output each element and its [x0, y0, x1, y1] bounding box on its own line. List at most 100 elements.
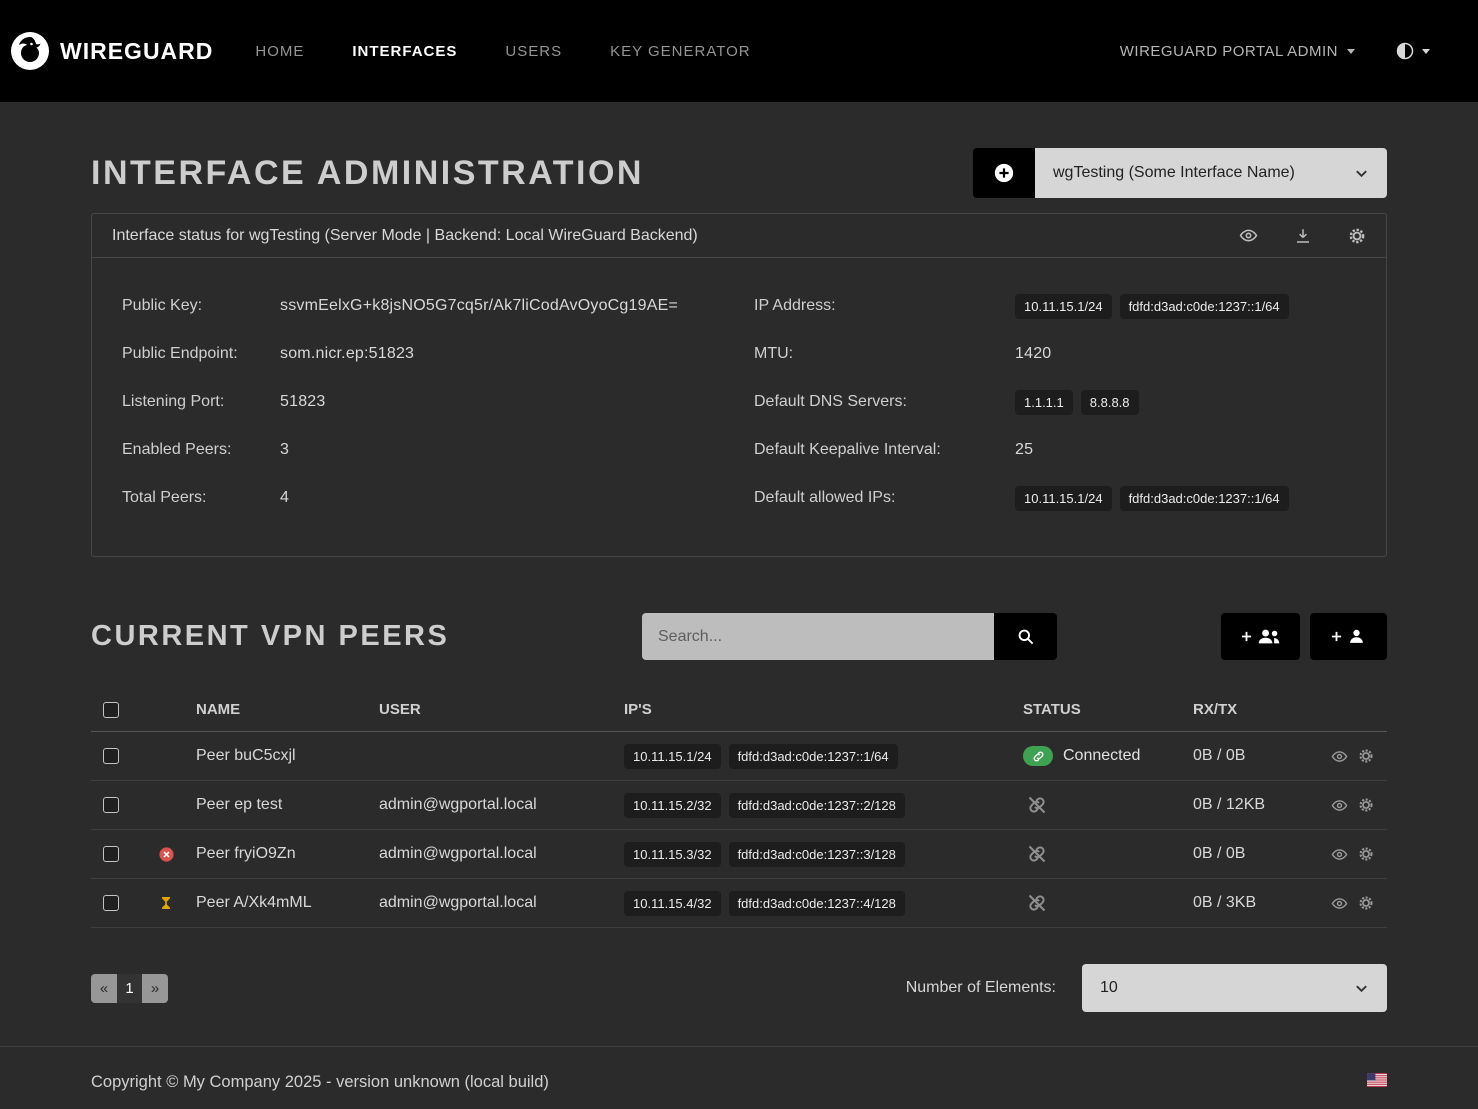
status-column-right: IP Address: 10.11.15.1/24 fdfd:d3ad:c0de… — [754, 282, 1356, 522]
allowed-ip-badge: fdfd:d3ad:c0de:1237::1/64 — [1120, 486, 1289, 511]
table-footer: « 1 » Number of Elements: 10 — [91, 964, 1387, 1012]
peer-settings-button[interactable] — [1358, 895, 1374, 912]
peer-view-button[interactable] — [1331, 797, 1348, 814]
field-label: Public Endpoint: — [122, 345, 280, 363]
peer-row: Peer buC5cxjl 10.11.15.1/24 fdfd:d3ad:c0… — [91, 732, 1387, 781]
page-footer: Copyright © My Company 2025 - version un… — [0, 1046, 1478, 1092]
add-peer-button[interactable] — [1310, 613, 1387, 660]
link-icon — [1023, 746, 1053, 766]
search-button[interactable] — [994, 613, 1057, 660]
ip-badge: fdfd:d3ad:c0de:1237::1/64 — [1120, 294, 1289, 319]
field-label: Listening Port: — [122, 393, 280, 411]
peer-settings-button[interactable] — [1358, 797, 1374, 814]
peer-rxtx: 0B / 12KB — [1193, 796, 1331, 814]
peer-checkbox[interactable] — [103, 797, 119, 813]
peer-user: admin@wgportal.local — [379, 894, 624, 912]
field-mtu: MTU: 1420 — [754, 330, 1356, 378]
header-user: USER — [379, 701, 624, 718]
plus-icon — [1241, 631, 1252, 642]
field-value: 51823 — [280, 393, 326, 411]
brand-text: WIREGUARD — [60, 38, 213, 65]
peer-ip-badge: 10.11.15.1/24 — [624, 744, 721, 769]
peer-name: Peer A/Xk4mML — [196, 894, 379, 912]
allowed-ip-badge: 10.11.15.1/24 — [1015, 486, 1112, 511]
nav-item-users[interactable]: USERS — [505, 43, 562, 60]
header-ips: IP'S — [624, 701, 1023, 718]
ip-badge: 10.11.15.1/24 — [1015, 294, 1112, 319]
plus-icon — [1331, 631, 1342, 642]
interface-status-title: Interface status for wgTesting (Server M… — [112, 227, 698, 245]
add-peer-buttons — [1221, 613, 1387, 660]
pagination-next-button[interactable]: » — [142, 974, 168, 1003]
peer-settings-button[interactable] — [1358, 846, 1374, 863]
header-rxtx: RX/TX — [1193, 701, 1331, 718]
nav-item-key-generator[interactable]: KEY GENERATOR — [610, 43, 751, 60]
field-label: Enabled Peers: — [122, 441, 280, 459]
field-public-key: Public Key: ssvmEelxG+k8jsNO5G7cq5r/Ak7l… — [122, 282, 724, 330]
peer-rxtx: 0B / 0B — [1193, 845, 1331, 863]
header-status: STATUS — [1023, 701, 1193, 718]
peer-ip-badge: 10.11.15.4/32 — [624, 891, 721, 916]
caret-down-icon — [1347, 49, 1355, 54]
page-title: INTERFACE ADMINISTRATION — [91, 154, 644, 193]
add-multiple-peers-button[interactable] — [1221, 613, 1300, 660]
chevron-down-icon — [1354, 981, 1369, 996]
brand-link[interactable]: WIREGUARD — [10, 31, 213, 71]
peer-view-button[interactable] — [1331, 748, 1348, 765]
peers-table-header: NAME USER IP'S STATUS RX/TX — [91, 688, 1387, 732]
peer-checkbox[interactable] — [103, 895, 119, 911]
pagination: « 1 » — [91, 974, 168, 1003]
interface-select[interactable]: wgTesting (Some Interface Name) — [1035, 148, 1387, 198]
add-interface-button[interactable] — [973, 148, 1035, 198]
peer-checkbox[interactable] — [103, 846, 119, 862]
pagination-prev-button[interactable]: « — [91, 974, 117, 1003]
peer-settings-button[interactable] — [1358, 748, 1374, 765]
peer-view-button[interactable] — [1331, 895, 1348, 912]
select-all-checkbox[interactable] — [103, 702, 119, 718]
interface-status-card-header: Interface status for wgTesting (Server M… — [92, 214, 1386, 258]
eye-icon[interactable] — [1239, 226, 1258, 245]
peer-name: Peer buC5cxjl — [196, 747, 379, 765]
nav-item-interfaces[interactable]: INTERFACES — [352, 43, 457, 60]
elements-select-value: 10 — [1100, 979, 1118, 997]
peers-header: CURRENT VPN PEERS — [91, 613, 1387, 660]
peer-ip-badge: 10.11.15.3/32 — [624, 842, 721, 867]
nav-item-home[interactable]: HOME — [255, 43, 304, 60]
peer-status-label: Connected — [1063, 747, 1140, 765]
peer-view-button[interactable] — [1331, 846, 1348, 863]
field-value: 1420 — [1015, 345, 1051, 363]
gear-icon[interactable] — [1348, 226, 1366, 245]
search-input[interactable] — [642, 613, 994, 660]
peer-expired-x-circle-icon — [136, 846, 196, 863]
peer-rxtx: 0B / 3KB — [1193, 894, 1331, 912]
dns-badge: 8.8.8.8 — [1081, 390, 1139, 415]
field-label: Default Keepalive Interval: — [754, 441, 1015, 459]
us-flag-icon[interactable] — [1367, 1073, 1387, 1087]
field-enabled-peers: Enabled Peers: 3 — [122, 426, 724, 474]
peer-pending-hourglass-icon — [136, 895, 196, 911]
elements-select[interactable]: 10 — [1082, 964, 1387, 1012]
user-menu[interactable]: WIREGUARD PORTAL ADMIN — [1120, 43, 1355, 60]
field-value: som.nicr.ep:51823 — [280, 345, 414, 363]
download-icon[interactable] — [1294, 226, 1312, 245]
header-name: NAME — [196, 701, 379, 718]
dns-badge: 1.1.1.1 — [1015, 390, 1073, 415]
field-value: 4 — [280, 489, 289, 507]
field-public-endpoint: Public Endpoint: som.nicr.ep:51823 — [122, 330, 724, 378]
pagination-current-page[interactable]: 1 — [117, 974, 142, 1003]
circle-half-icon — [1395, 41, 1415, 61]
interface-controls: wgTesting (Some Interface Name) — [973, 148, 1387, 198]
peer-row: Peer fryiO9Zn admin@wgportal.local 10.11… — [91, 830, 1387, 879]
peer-ip-badge: fdfd:d3ad:c0de:1237::1/64 — [729, 744, 898, 769]
peer-user: admin@wgportal.local — [379, 845, 624, 863]
peer-checkbox[interactable] — [103, 748, 119, 764]
wireguard-logo-icon — [10, 31, 50, 71]
peer-ip-badge: fdfd:d3ad:c0de:1237::2/128 — [729, 793, 905, 818]
top-navbar: WIREGUARD HOME INTERFACES USERS KEY GENE… — [0, 0, 1478, 102]
peer-name: Peer fryiO9Zn — [196, 845, 379, 863]
interface-card-actions — [1239, 226, 1366, 245]
user-menu-label: WIREGUARD PORTAL ADMIN — [1120, 43, 1338, 60]
theme-toggle[interactable] — [1395, 41, 1430, 61]
link-slash-icon — [1027, 844, 1047, 864]
interface-select-value: wgTesting (Some Interface Name) — [1053, 164, 1295, 182]
